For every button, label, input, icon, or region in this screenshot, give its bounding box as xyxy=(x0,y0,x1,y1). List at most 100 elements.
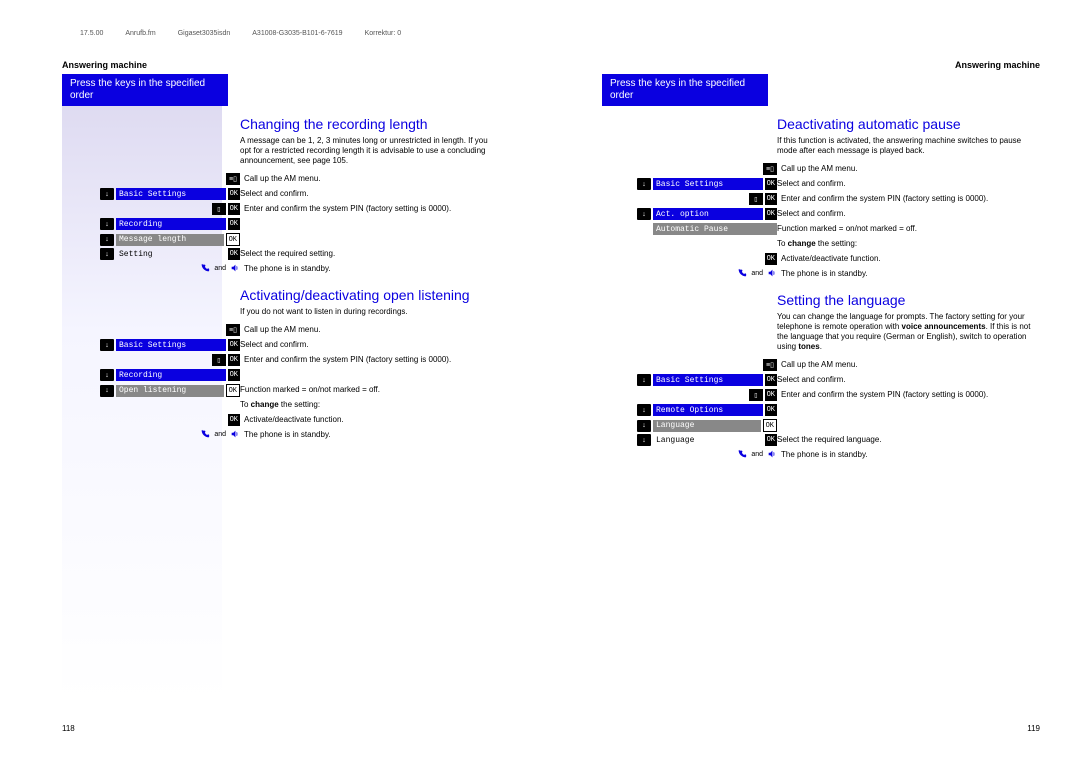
pin-icon: ▯ xyxy=(749,193,763,205)
menu-item: Act. option xyxy=(653,208,763,220)
and-label: and xyxy=(214,431,226,438)
instruction-text xyxy=(777,419,1040,420)
key-sequence: ↓Basic SettingsOK xyxy=(637,178,777,190)
handset-icon xyxy=(200,263,210,273)
instruction-row: ▯OKEnter and confirm the system PIN (fac… xyxy=(100,354,500,368)
instruction-text: Select the required language. xyxy=(777,434,1040,445)
menu-item: Basic Settings xyxy=(116,188,226,200)
section-title-right: Answering machine xyxy=(610,60,1040,70)
instruction-text: Activate/deactivate function. xyxy=(244,414,500,425)
key-sequence: ↓Act. optionOK xyxy=(637,208,777,220)
key-sequence: ↓SettingOK xyxy=(100,248,240,260)
hdr-date: 17.5.00 xyxy=(80,30,103,37)
page-number-right: 119 xyxy=(1027,724,1040,733)
key-sequence: OK xyxy=(637,253,781,265)
ok-key: OK xyxy=(765,178,777,190)
spread: 17.5.00 Anrufb.fm Gigaset3035isdn A31008… xyxy=(0,0,1080,763)
key-sequence: ↓Basic SettingsOK xyxy=(100,339,240,351)
ok-key-outline: OK xyxy=(226,233,240,246)
instruction-row: ↓RecordingOK xyxy=(100,369,500,383)
handset-icon xyxy=(737,449,747,459)
heading-recording-length: Changing the recording length xyxy=(240,116,500,132)
key-sequence: ↓RecordingOK xyxy=(100,369,240,381)
and-label: and xyxy=(751,270,763,277)
ok-key-outline: OK xyxy=(226,384,240,397)
instruction-row: andThe phone is in standby. xyxy=(100,263,500,277)
down-arrow-key: ↓ xyxy=(637,404,651,416)
menu-icon: ≡▯ xyxy=(763,163,777,175)
instruction-row: To change the setting: xyxy=(637,238,1040,252)
key-sequence: ▯OK xyxy=(100,354,244,366)
speaker-icon xyxy=(767,268,777,278)
menu-item: Message length xyxy=(116,234,224,246)
instruction-text: Activate/deactivate function. xyxy=(781,253,1040,264)
hdr-korr: Korrektur: 0 xyxy=(365,30,402,37)
instruction-row: ↓LanguageOKSelect the required language. xyxy=(637,434,1040,448)
key-sequence: ↓LanguageOK xyxy=(637,419,777,432)
menu-item: Automatic Pause xyxy=(653,223,777,235)
handset-icon xyxy=(200,429,210,439)
hdr-file: Anrufb.fm xyxy=(125,30,155,37)
instruction-row: ≡▯Call up the AM menu. xyxy=(100,173,500,187)
key-sequence: and xyxy=(637,449,781,459)
instruction-row: ↓Basic SettingsOKSelect and confirm. xyxy=(100,339,500,353)
hdr-part: A31008-G3035-B101-6-7619 xyxy=(252,30,342,37)
instruction-text: The phone is in standby. xyxy=(781,268,1040,279)
speaker-icon xyxy=(230,429,240,439)
instruction-row: ▯OKEnter and confirm the system PIN (fac… xyxy=(637,389,1040,403)
instruction-text: Call up the AM menu. xyxy=(781,359,1040,370)
down-arrow-key: ↓ xyxy=(100,218,114,230)
menu-item: Recording xyxy=(116,218,226,230)
key-sequence: ≡▯ xyxy=(637,359,781,371)
instruction-text: The phone is in standby. xyxy=(781,449,1040,460)
key-sequence: ▯OK xyxy=(100,203,244,215)
key-sequence: ↓Basic SettingsOK xyxy=(637,374,777,386)
section-title-left: Answering machine xyxy=(62,60,500,70)
key-sequence: OK xyxy=(100,414,244,426)
key-sequence: ↓Basic SettingsOK xyxy=(100,188,240,200)
menu-item: Basic Settings xyxy=(653,374,763,386)
instruction-text xyxy=(240,233,500,234)
instruction-row: ↓Open listeningOKFunction marked = on/no… xyxy=(100,384,500,398)
down-arrow-key: ↓ xyxy=(100,369,114,381)
down-arrow-key: ↓ xyxy=(100,385,114,397)
key-sequence: and xyxy=(637,268,781,278)
key-sequence: and xyxy=(100,429,244,439)
key-sequence: ≡▯ xyxy=(637,163,781,175)
pin-icon: ▯ xyxy=(749,389,763,401)
page-number-left: 118 xyxy=(62,724,75,733)
instruction-text: To change the setting: xyxy=(240,399,500,410)
key-sequence: Automatic Pause xyxy=(637,223,777,235)
ok-key: OK xyxy=(228,369,240,381)
key-sequence: ↓RecordingOK xyxy=(100,218,240,230)
down-arrow-key: ↓ xyxy=(637,208,651,220)
menu-item: Basic Settings xyxy=(653,178,763,190)
instruction-row: ↓Act. optionOKSelect and confirm. xyxy=(637,208,1040,222)
key-sequence: ↓Open listeningOK xyxy=(100,384,240,397)
instruction-row: ≡▯ Call up the AM menu. xyxy=(637,359,1040,373)
speaker-icon xyxy=(767,449,777,459)
menu-icon: ≡▯ xyxy=(763,359,777,371)
ok-key: OK xyxy=(228,414,240,426)
key-sequence: ≡▯ xyxy=(100,173,244,185)
instruction-row: ↓SettingOKSelect the required setting. xyxy=(100,248,500,262)
down-arrow-key: ↓ xyxy=(100,234,114,246)
hdr-prod: Gigaset3035isdn xyxy=(178,30,231,37)
menu-item: Open listening xyxy=(116,385,224,397)
instruction-text: Function marked = on/not marked = off. xyxy=(777,223,1040,234)
instruction-text: The phone is in standby. xyxy=(244,263,500,274)
ok-key: OK xyxy=(765,253,777,265)
instruction-row: ≡▯Call up the AM menu. xyxy=(100,324,500,338)
page-right: 17.5.00 Anrufb.fm Gigaset3035isdn A31008… xyxy=(540,0,1080,763)
instruction-row: andThe phone is in standby. xyxy=(100,429,500,443)
ok-key: OK xyxy=(765,374,777,386)
instruction-text: Select and confirm. xyxy=(240,339,500,350)
ok-key: OK xyxy=(228,339,240,351)
heading-auto-pause: Deactivating automatic pause xyxy=(777,116,1040,132)
instruction-row: ↓Basic SettingsOKSelect and confirm. xyxy=(637,178,1040,192)
key-sequence: ↓LanguageOK xyxy=(637,434,777,446)
instruction-text: Enter and confirm the system PIN (factor… xyxy=(781,389,1040,400)
instruction-text: Call up the AM menu. xyxy=(244,324,500,335)
ok-key: OK xyxy=(765,434,777,446)
blue-instruction-left: Press the keys in the specified order xyxy=(62,74,228,106)
